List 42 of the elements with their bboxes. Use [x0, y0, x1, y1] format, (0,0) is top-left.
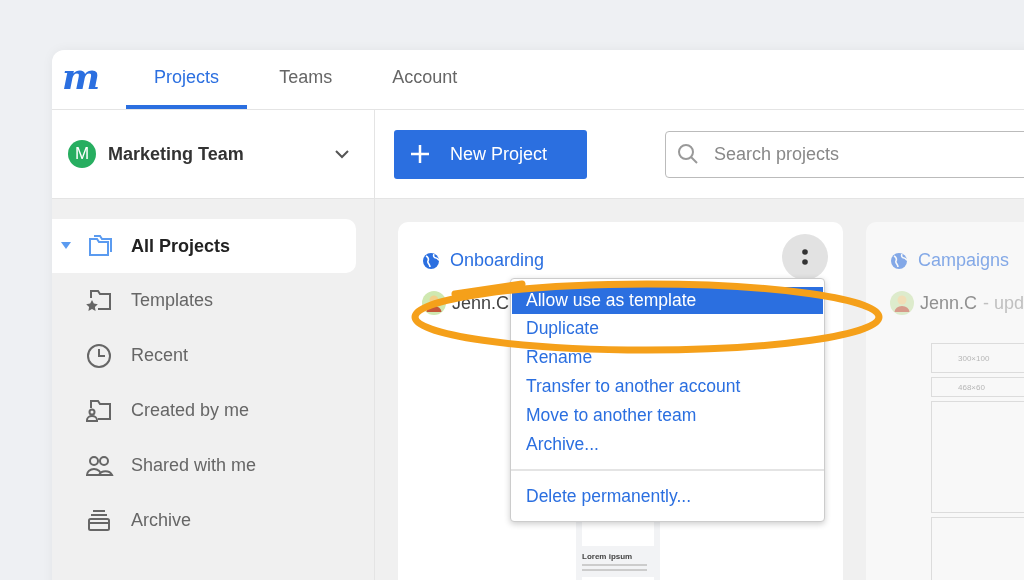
more-options-button[interactable] — [782, 234, 828, 280]
sidebar-item[interactable]: Archive — [52, 493, 356, 548]
sidebar-item[interactable]: Recent — [52, 328, 356, 383]
search-icon — [677, 142, 699, 165]
nav-tab[interactable]: Projects — [126, 50, 248, 109]
plus-icon — [410, 144, 430, 164]
sidebar-label: Created by me — [131, 400, 250, 421]
expand-triangle-icon[interactable] — [61, 242, 71, 249]
nav-tab[interactable]: Teams — [251, 50, 361, 109]
sidebar-label: Templates — [131, 290, 214, 311]
sidebar-label: Shared with me — [131, 455, 257, 476]
project-title[interactable]: Onboarding — [450, 250, 545, 271]
menu-item[interactable]: Transfer to another account — [512, 372, 823, 401]
sidebar-label: All Projects — [131, 235, 231, 257]
owner-name: Jenn.C — [920, 292, 978, 314]
menu-item[interactable]: Rename — [512, 343, 823, 372]
sidebar-item[interactable]: Templates — [52, 273, 356, 328]
sidebar-label: Archive — [131, 510, 192, 531]
menu-item[interactable]: Archive... — [512, 430, 823, 459]
team-avatar: M — [68, 140, 96, 168]
sidebar-label: Recent — [131, 345, 189, 366]
chevron-down-icon[interactable] — [334, 149, 350, 159]
menu-item[interactable]: Move to another team — [512, 401, 823, 430]
team-name: Marketing Team — [108, 143, 245, 165]
menu-item[interactable]: Delete permanently... — [512, 482, 823, 511]
nav-tab[interactable]: Account — [364, 50, 486, 109]
banner-size-label: 468×60 — [958, 382, 985, 392]
updated-text: - upd — [983, 292, 1024, 314]
sidebar-item[interactable]: Created by me — [52, 383, 356, 438]
new-project-button[interactable]: New Project — [394, 129, 587, 179]
user-avatar-icon — [890, 291, 914, 315]
sidebar-item[interactable]: All Projects — [52, 219, 356, 273]
globe-icon — [422, 251, 440, 270]
thumbnail-caption: Lorem ipsum — [582, 552, 634, 561]
banner-size-label: 300×100 — [958, 353, 990, 363]
menu-item[interactable]: Duplicate — [512, 314, 823, 343]
logo[interactable]: m — [62, 57, 101, 94]
globe-icon — [890, 251, 908, 270]
more-vertical-icon — [801, 247, 809, 267]
user-avatar-icon — [422, 291, 446, 315]
search-field[interactable]: Search projects — [665, 130, 1024, 178]
sidebar-item[interactable]: Shared with me — [52, 438, 356, 493]
